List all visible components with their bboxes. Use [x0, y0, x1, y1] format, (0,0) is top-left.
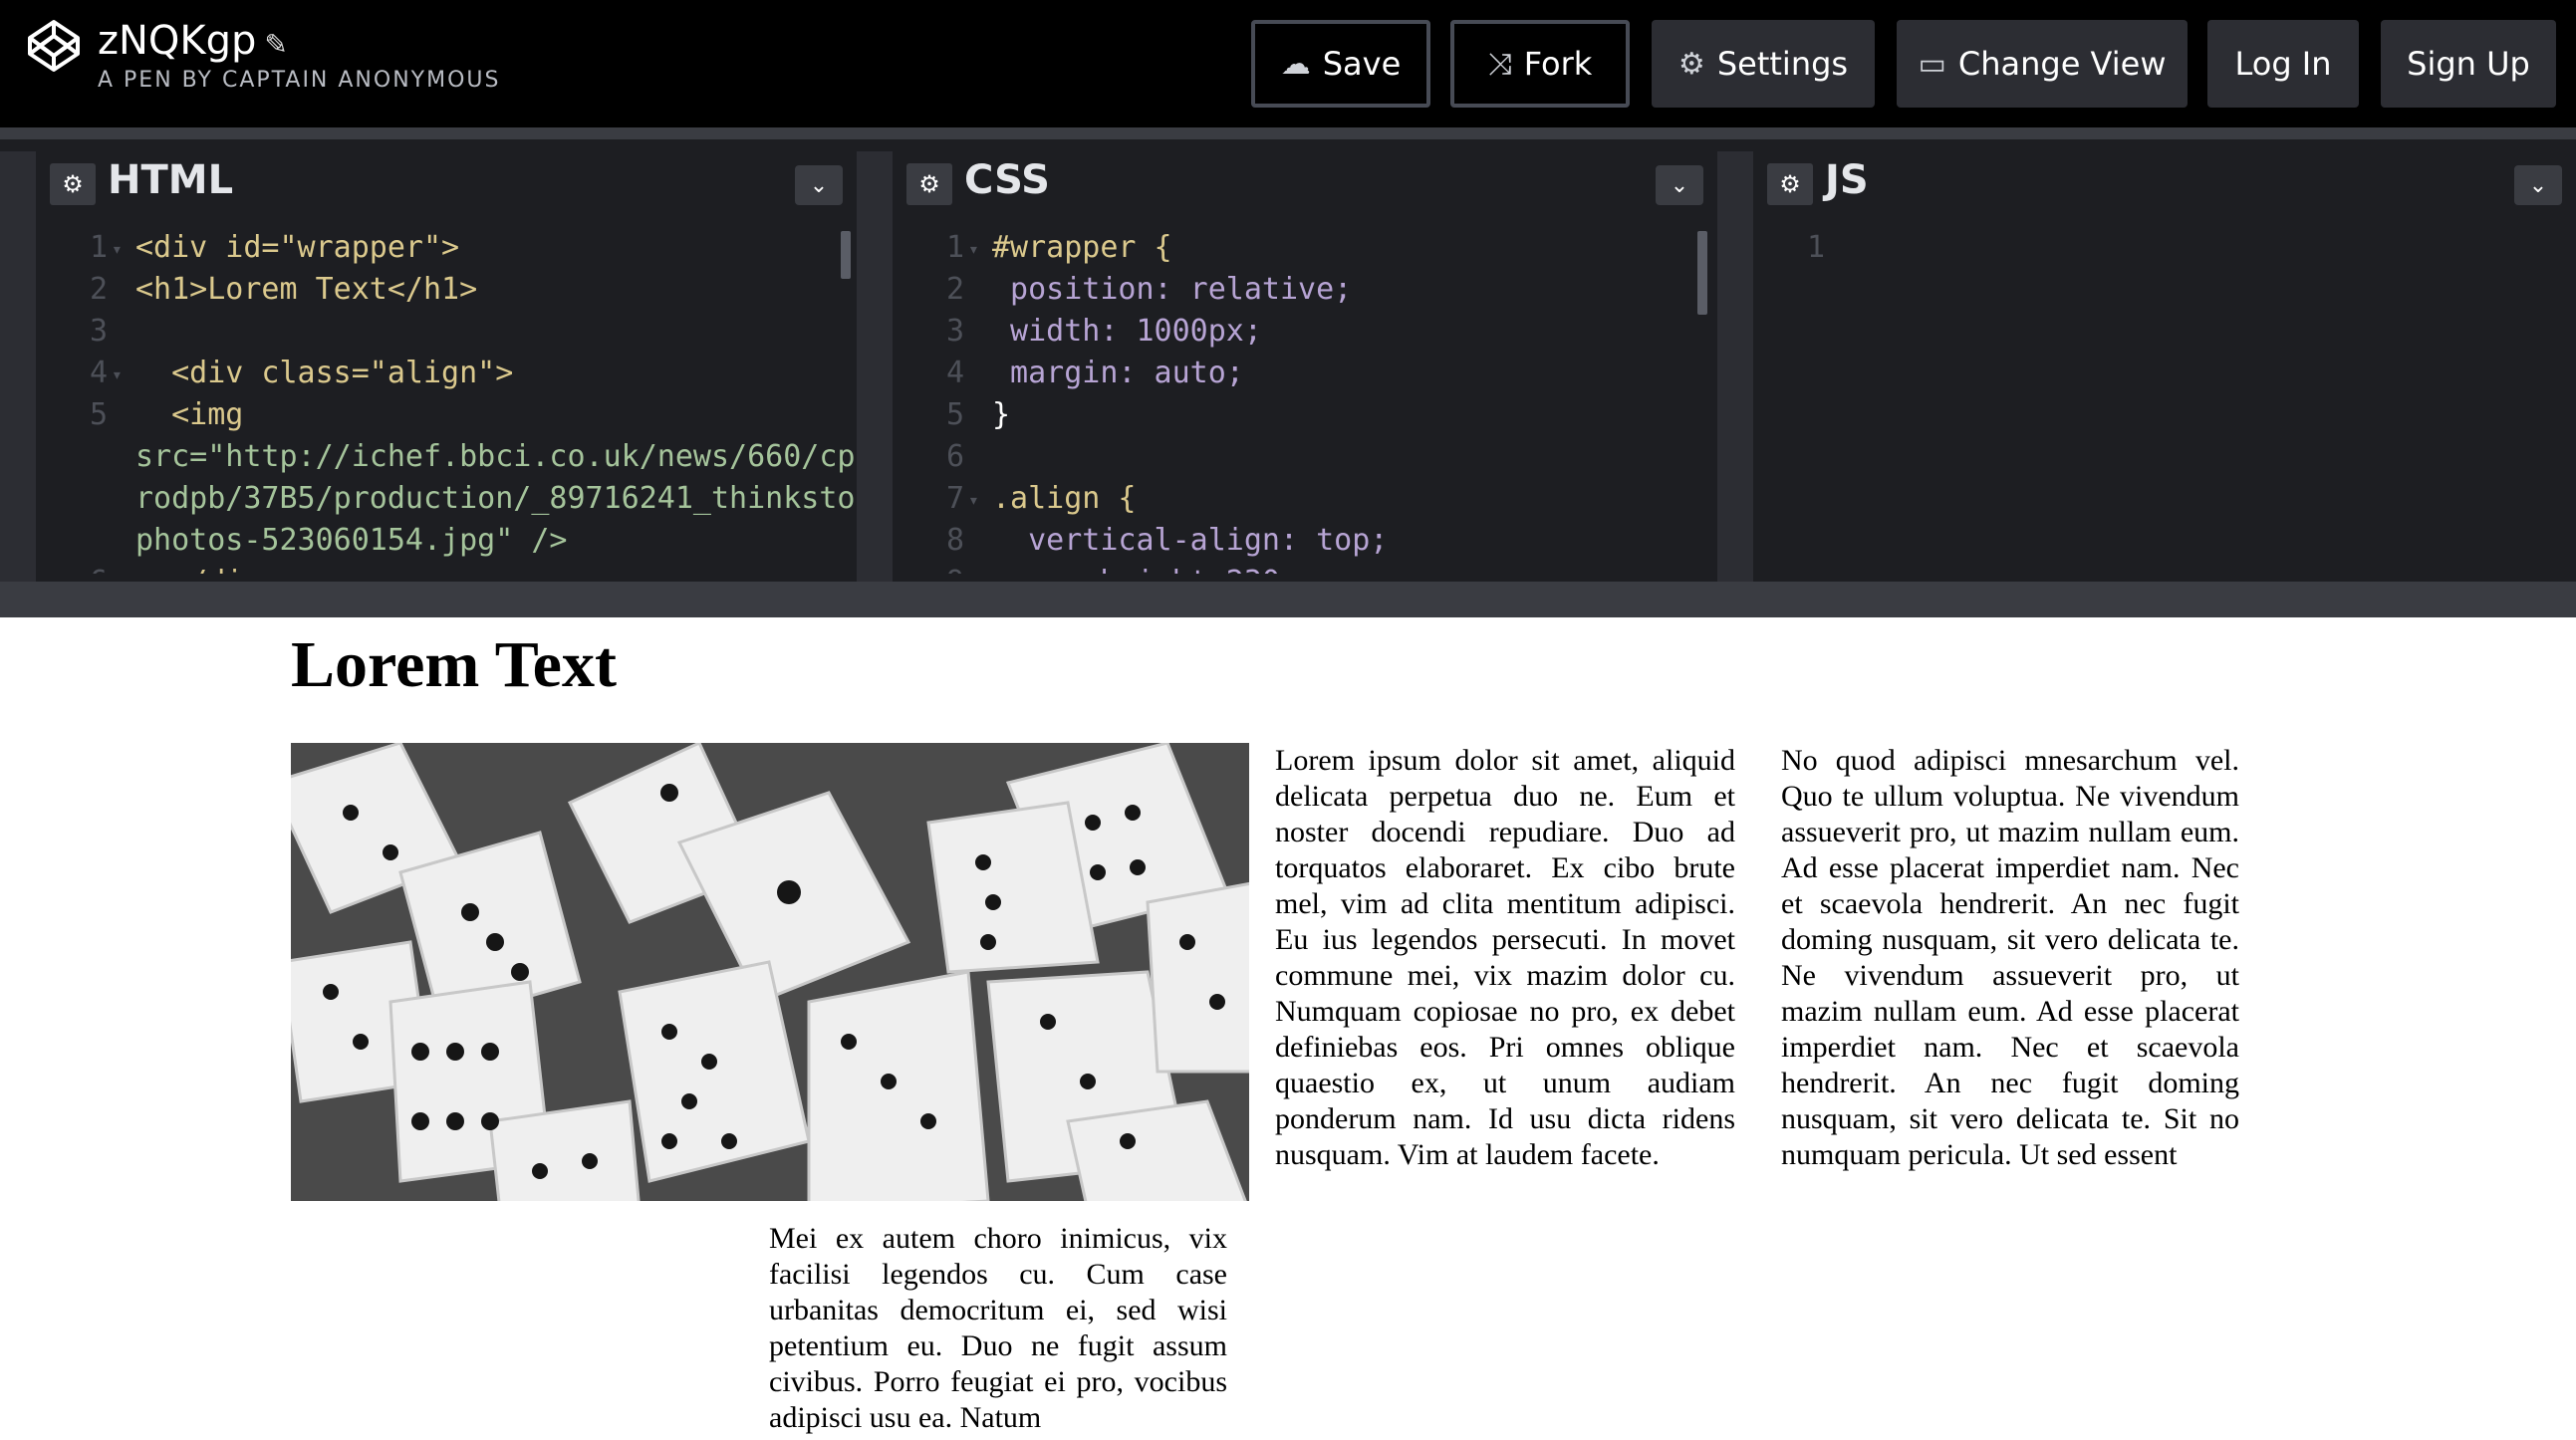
chevron-down-icon[interactable]: ⌄: [795, 165, 843, 205]
code-line[interactable]: width: 1000px;: [992, 311, 1262, 353]
fold-arrow-icon[interactable]: ▾: [968, 480, 979, 522]
line-number: 5: [945, 397, 964, 432]
text-column-3: Mei ex autem choro inimicus, vix facilis…: [769, 1222, 1227, 1434]
dice-image: [291, 743, 1249, 1201]
line-number: 8: [945, 523, 964, 558]
line-number: 1: [945, 230, 964, 265]
line-number: 2: [89, 272, 108, 307]
line-number: 4: [945, 356, 964, 390]
html-pane-title: HTML: [108, 157, 234, 203]
fold-arrow-icon[interactable]: ▾: [112, 355, 123, 396]
code-line[interactable]: vertical-align: top;: [992, 520, 1388, 562]
sign-up-button[interactable]: Sign Up: [2381, 20, 2556, 108]
pen-title[interactable]: zNQKgp ✎: [98, 18, 288, 64]
js-editor-pane: ⚙ JS ⌄ 1: [1753, 151, 2576, 582]
code-line[interactable]: .align {: [992, 478, 1137, 520]
code-line[interactable]: }: [992, 394, 1010, 436]
change-view-label: Change View: [1957, 45, 2167, 83]
fork-button[interactable]: ⤨ Fork: [1450, 20, 1630, 108]
code-line[interactable]: <div id="wrapper">: [135, 227, 459, 269]
code-line[interactable]: src="http://ichef.bbci.co.uk/news/660/cp…: [135, 436, 857, 478]
css-pane-header: ⚙ CSS ⌄: [893, 151, 1717, 215]
code-line[interactable]: <h1>Lorem Text</h1>: [135, 269, 477, 311]
line-number: 6: [945, 439, 964, 474]
js-pane-title: JS: [1825, 157, 1869, 203]
preview-heading: Lorem Text: [291, 628, 617, 701]
change-view-button[interactable]: ▭ Change View: [1897, 20, 2188, 108]
html-editor-pane: ⚙ HTML ⌄ 1 ▾ <div id="wrapper"> 2 <h1>Lorem…: [36, 151, 857, 582]
html-scrollbar[interactable]: [841, 231, 851, 279]
html-settings-gear-icon[interactable]: ⚙: [50, 163, 96, 205]
js-settings-gear-icon[interactable]: ⚙: [1767, 163, 1813, 205]
line-number: 3: [945, 314, 964, 349]
log-in-label: Log In: [2234, 45, 2332, 83]
line-number: 1: [1806, 230, 1825, 265]
code-line[interactable]: margin: auto;: [992, 353, 1244, 394]
js-pane-header: ⚙ JS ⌄: [1753, 151, 2576, 215]
cloud-icon: ☁: [1280, 46, 1311, 82]
code-line[interactable]: rodpb/37B5/production/_89716241_thinksto…: [135, 478, 857, 520]
layout-icon: ▭: [1918, 46, 1946, 82]
log-in-button[interactable]: Log In: [2207, 20, 2359, 108]
text-column-1: Lorem ipsum dolor sit amet, aliquid deli…: [1275, 744, 1735, 1171]
line-number: 3: [89, 314, 108, 349]
code-line[interactable]: #wrapper {: [992, 227, 1172, 269]
sign-up-label: Sign Up: [2407, 45, 2530, 83]
editor-area: ⚙ HTML ⌄ 1 ▾ <div id="wrapper"> 2 <h1>Lorem…: [0, 127, 2576, 582]
code-line[interactable]: <img: [135, 394, 243, 436]
gear-icon: ⚙: [1677, 46, 1705, 82]
code-line[interactable]: </div>: [135, 562, 279, 574]
css-code-editor[interactable]: 1 ▾ #wrapper { 2 position: relative; 3 wid…: [893, 227, 1717, 574]
line-number: 2: [945, 272, 964, 307]
pane-divider[interactable]: [0, 151, 36, 582]
pane-divider[interactable]: [857, 151, 893, 582]
fork-icon: ⤨: [1487, 46, 1512, 82]
css-settings-gear-icon[interactable]: ⚙: [906, 163, 952, 205]
line-number: 1: [89, 230, 108, 265]
code-line[interactable]: max-height:230px;: [992, 562, 1334, 574]
codepen-logo-icon[interactable]: [26, 18, 82, 74]
fold-arrow-icon[interactable]: ▾: [112, 229, 123, 271]
settings-button[interactable]: ⚙ Settings: [1652, 20, 1875, 108]
code-line[interactable]: photos-523060154.jpg" />: [135, 520, 567, 562]
pencil-icon[interactable]: ✎: [264, 28, 287, 61]
line-number: 9: [893, 562, 964, 574]
fold-arrow-icon[interactable]: ▾: [968, 229, 979, 271]
line-number: 5: [89, 397, 108, 432]
settings-label: Settings: [1716, 45, 1849, 83]
html-pane-header: ⚙ HTML ⌄: [36, 151, 857, 215]
pane-divider[interactable]: [1717, 151, 1753, 582]
preview-pane: Lorem Text Lorem ipsum dolor sit amet, a…: [0, 617, 2576, 1440]
resize-bar[interactable]: [0, 582, 2576, 617]
html-code-editor[interactable]: 1 ▾ <div id="wrapper"> 2 <h1>Lorem Text</h1…: [36, 227, 857, 574]
css-editor-pane: ⚙ CSS ⌄ 1 ▾ #wrapper { 2 position: relativ…: [893, 151, 1717, 582]
css-pane-title: CSS: [964, 157, 1050, 203]
code-line[interactable]: <div class="align">: [135, 353, 513, 394]
chevron-down-icon[interactable]: ⌄: [1656, 165, 1703, 205]
js-code-editor[interactable]: 1: [1753, 227, 2576, 574]
save-label: Save: [1322, 45, 1402, 83]
save-button[interactable]: ☁ Save: [1251, 20, 1430, 108]
code-line[interactable]: position: relative;: [992, 269, 1352, 311]
pen-author: A PEN BY CAPTAIN ANONYMOUS: [98, 68, 501, 93]
line-number: 6: [36, 562, 108, 574]
text-column-2: No quod adipisci mnesarchum vel. Quo te …: [1781, 744, 2239, 1171]
line-number: 4: [89, 356, 108, 390]
fork-label: Fork: [1523, 45, 1593, 83]
css-scrollbar[interactable]: [1697, 231, 1707, 315]
dice-photo-illustration: [291, 743, 1249, 1201]
top-bar: zNQKgp ✎ A PEN BY CAPTAIN ANONYMOUS ☁ Save…: [0, 0, 2576, 127]
pen-name[interactable]: zNQKgp: [98, 18, 256, 64]
chevron-down-icon[interactable]: ⌄: [2514, 165, 2562, 205]
line-number: 7: [945, 481, 964, 516]
